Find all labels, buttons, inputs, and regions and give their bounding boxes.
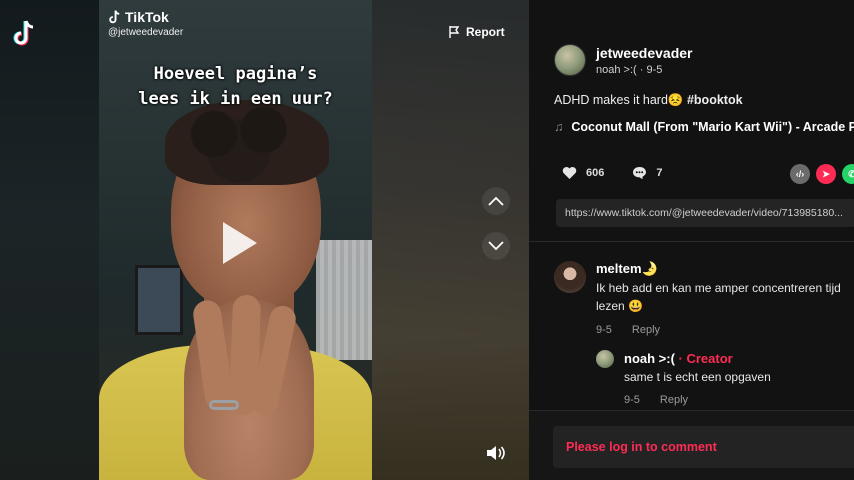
login-to-comment-button[interactable]: Please log in to comment [553,426,854,468]
watermark-brand: TikTok [125,9,169,25]
reply-footer: 9-5 Reply [624,394,771,406]
previous-video-button[interactable] [482,187,510,215]
reply-button[interactable]: Reply [660,394,688,406]
copy-link-field[interactable]: https://www.tiktok.com/@jetweedevader/vi… [556,199,854,227]
comment-icon[interactable] [630,164,648,182]
author-meta: noah >:( · 9-5 [596,64,663,76]
reply-button[interactable]: Reply [632,324,660,336]
ring [209,400,239,410]
send-icon[interactable]: ➤ [816,164,836,184]
reply-date: 9-5 [624,394,640,406]
report-button[interactable]: Report [449,25,505,39]
reply-author: noah >:( · Creator [624,351,771,366]
report-label: Report [466,25,505,39]
comment-text-line-2: lezen 😃 [596,299,643,313]
video-player[interactable]: TikTok @jetweedevader Hoeveel pagina’s l… [99,0,372,480]
tiktok-watermark-icon [109,10,120,24]
like-count: 606 [586,167,605,179]
author-info[interactable]: jetweedevader noah >:( · 9-5 [554,44,693,76]
comment-item: meltem🌛 Ik heb add en kan me amper conce… [554,261,841,336]
background-poster [135,265,183,335]
reply-text: same t is echt een opgaven [624,370,771,384]
blurred-background-left [0,0,99,480]
reply-item: noah >:( · Creator same t is echt een op… [596,350,771,406]
hashtag-link[interactable]: #booktok [687,93,743,107]
music-link[interactable]: ♫ Coconut Mall (From "Mario Kart Wii") -… [554,120,854,134]
creator-badge: · Creator [674,351,733,366]
comment-date: 9-5 [596,324,612,336]
heart-icon[interactable] [560,164,578,182]
embed-icon[interactable]: ‹/› [790,164,810,184]
comment-text: Ik heb add en kan me amper concentreren … [596,279,841,315]
share-buttons: ‹/› ➤ ✆ [790,164,854,184]
commenter-avatar[interactable] [554,261,586,293]
video-caption-line-1: Hoeveel pagina’s [153,64,318,84]
reply-author-avatar[interactable] [596,350,614,368]
comment-footer: 9-5 Reply [596,324,841,336]
comment-count: 7 [656,167,663,179]
reply-author-name[interactable]: noah >:( [624,351,675,366]
description-text: ADHD makes it hard😣 [554,93,687,107]
post-stats: 606 7 [560,164,662,182]
tiktok-logo-icon[interactable] [12,18,38,48]
video-stage: TikTok @jetweedevader Hoeveel pagina’s l… [0,0,529,480]
watermark-username: @jetweedevader [108,27,184,38]
next-video-button[interactable] [482,232,510,260]
divider [529,241,854,242]
whatsapp-icon[interactable]: ✆ [842,164,854,184]
volume-icon[interactable] [486,444,506,462]
music-title[interactable]: Coconut Mall (From "Mario Kart Wii") - A… [571,120,854,134]
author-avatar[interactable] [554,44,586,76]
person-hair [165,100,329,185]
chevron-up-icon [488,196,504,206]
details-panel: jetweedevader noah >:( · 9-5 ADHD makes … [529,0,854,480]
commenter-name[interactable]: meltem🌛 [596,261,841,277]
video-caption-line-2: lees ik in een uur? [138,89,333,109]
chevron-down-icon [488,241,504,251]
video-caption: Hoeveel pagina’s lees ik in een uur? [99,62,372,112]
author-username[interactable]: jetweedevader [596,45,693,61]
background-blinds [316,240,372,360]
comment-text-line-1: Ik heb add en kan me amper concentreren … [596,281,841,295]
flag-icon [449,26,460,38]
video-watermark: TikTok @jetweedevader [108,9,183,38]
music-note-icon: ♫ [554,120,564,134]
play-icon[interactable] [223,222,257,264]
post-description: ADHD makes it hard😣 #booktok [554,93,743,108]
